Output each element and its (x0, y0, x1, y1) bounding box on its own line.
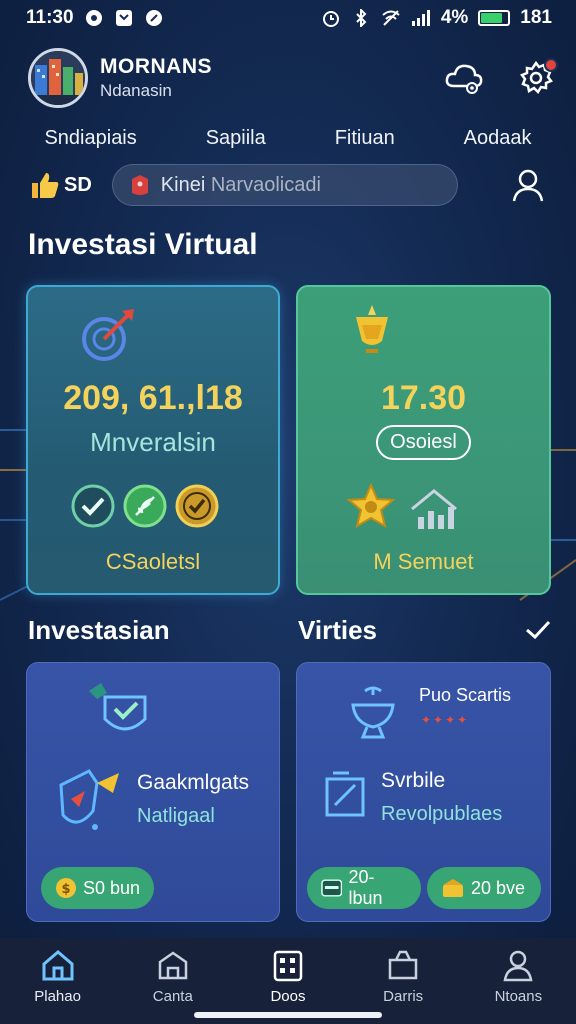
bar-chart-icon (411, 489, 457, 529)
search-text-secondary: Narvaolicadi (210, 173, 321, 196)
house-outline-icon (158, 951, 188, 980)
green-card-value: 17.30 (380, 379, 467, 417)
mortar-pestle-icon (351, 686, 395, 739)
top-nav-item-3[interactable]: Fitiuan (335, 127, 395, 150)
investment-card-blue[interactable]: 209, 61.,l18 Mnveralsin CSaoletsl (26, 285, 280, 595)
tag-icon (131, 175, 148, 195)
blue-card-footer: CSaoletsl (105, 549, 201, 574)
bottom-nav-label-1: Plahao (34, 988, 81, 1005)
grid-doc-icon (273, 950, 303, 982)
leaf-icon (123, 484, 167, 528)
cloud-gear-icon (445, 64, 483, 94)
top-nav: Sndiapiais Sapiila Fitiuan Aodaak (0, 118, 576, 158)
top-nav-item-2[interactable]: Sapiila (206, 127, 266, 150)
green-card-pill[interactable]: Osoiesl (376, 425, 471, 460)
battery-icon (478, 10, 511, 26)
section-investasian-title: Investasian (28, 615, 170, 645)
top-nav-item-4[interactable]: Aodaak (464, 127, 532, 150)
card-right-subtitle: Revolpublaes (381, 803, 503, 825)
feature-card-right[interactable]: Puo Scartis ✦✦✦✦ Svrbile Revolpublaes 20… (296, 662, 551, 922)
home-indicator[interactable] (194, 1012, 382, 1018)
points-badge[interactable]: SD (30, 171, 92, 199)
edit-frame-icon (325, 771, 365, 817)
points-label: SD (64, 173, 92, 196)
user-icon (503, 950, 533, 982)
section-virties-title: Virties (298, 615, 378, 645)
card-right-pill-left[interactable]: 20-lbun (307, 867, 421, 909)
message-icon (114, 8, 134, 28)
home-icon (42, 950, 74, 981)
shield-rocket-icon (59, 769, 119, 830)
settings-button[interactable] (514, 56, 558, 100)
sync-icon (144, 8, 164, 28)
coin-check-icon (175, 484, 219, 528)
bluetooth-icon (351, 8, 371, 28)
star-badge-icon (346, 483, 396, 529)
green-card-footer: M Semuet (373, 549, 474, 574)
battery-percent: 4% (440, 7, 469, 28)
bottom-nav-label-2: Canta (152, 988, 193, 1005)
blue-card-label: Mnveralsin (90, 427, 216, 457)
card-right-pill-right[interactable]: 20 bve (427, 867, 541, 909)
blue-card-value: 209, 61.,l18 (63, 379, 243, 417)
top-nav-item-1[interactable]: Sndiapiais (44, 127, 136, 150)
wifi-off-icon (381, 8, 401, 28)
avatar[interactable] (28, 48, 88, 108)
card-right-title: Svrbile (381, 769, 446, 792)
gold-coins-icon (443, 879, 463, 897)
bottom-nav-label-5: Ntoans (494, 988, 543, 1005)
profile-subtitle: Ndanasin (100, 81, 172, 100)
signal-icon (411, 8, 431, 28)
status-extra: 181 (520, 7, 552, 28)
thumbs-up-icon (32, 173, 59, 198)
profile-button[interactable] (506, 163, 550, 207)
card-icon (321, 879, 343, 897)
card-left-pill-label: S0 bun (83, 877, 141, 898)
search-text-primary: Kinei (160, 173, 206, 196)
notification-icon (84, 8, 104, 28)
app-header: MORNANS Ndanasin (28, 46, 558, 110)
bottom-nav-item-ntoans[interactable]: Ntoans (470, 948, 566, 1024)
status-bar: 11:30 4% 181 (0, 0, 576, 36)
target-arrow-icon (82, 309, 134, 361)
alarm-icon (321, 8, 341, 28)
card-right-stars: ✦✦✦✦ (421, 713, 470, 727)
card-left-pill[interactable]: $ S0 bun (41, 867, 155, 909)
bottom-nav-label-4: Darris (383, 988, 424, 1005)
section-title: Investasi Virtual (28, 228, 258, 261)
card-left-subtitle: Natligaal (137, 805, 215, 827)
investment-card-green[interactable]: 17.30 Osoiesl M Semuet (296, 285, 551, 595)
briefcase-icon (388, 950, 418, 980)
status-time: 11:30 (26, 7, 74, 28)
card-right-pill-right-label: 20 bve (471, 877, 526, 898)
check-icon[interactable] (524, 618, 552, 642)
coin-icon: $ (56, 878, 76, 898)
bottom-nav-label-3: Doos (270, 988, 306, 1005)
trophy-icon (356, 305, 388, 353)
shield-check-icon (89, 683, 147, 731)
feature-card-left[interactable]: Gaakmlgats Natligaal $ S0 bun (26, 662, 280, 922)
profile-name: MORNANS (100, 55, 212, 78)
card-right-badge-title: Puo Scartis (419, 685, 512, 705)
card-right-pill-left-label: 20-lbun (348, 867, 383, 908)
card-left-title: Gaakmlgats (137, 771, 250, 794)
notification-dot (544, 58, 558, 72)
check-circle-icon (71, 484, 115, 528)
svg-text:$: $ (61, 882, 70, 897)
user-icon (512, 169, 544, 202)
bottom-nav-item-home[interactable]: Plahao (10, 948, 106, 1024)
search-row: SD Kinei Narvaolicadi (30, 163, 550, 207)
cloud-settings-button[interactable] (442, 56, 486, 100)
search-input[interactable]: Kinei Narvaolicadi (111, 164, 458, 206)
